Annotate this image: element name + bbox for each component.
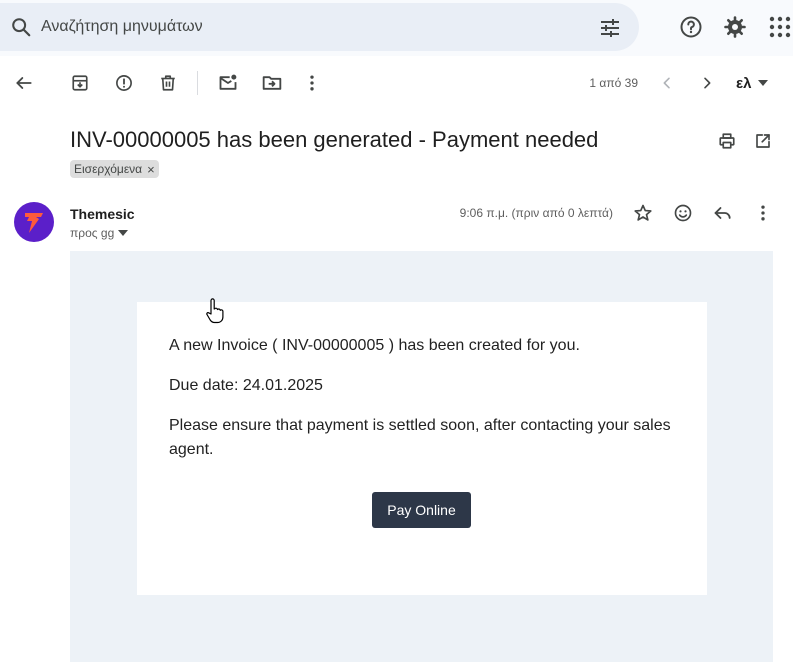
settings-gear-icon[interactable] (723, 15, 747, 39)
email-content-card: A new Invoice ( INV-00000005 ) has been … (137, 302, 707, 595)
label-text: Εισερχόμενα (74, 162, 143, 176)
search-input[interactable] (41, 15, 581, 39)
open-in-new-window-icon[interactable] (753, 131, 773, 151)
mark-unread-icon[interactable] (218, 73, 238, 93)
reply-icon[interactable] (713, 203, 733, 223)
recipient-line[interactable]: προς gg (70, 226, 129, 240)
more-vert-icon[interactable] (753, 203, 773, 223)
pay-online-button[interactable]: Pay Online (372, 492, 471, 528)
chevron-right-icon[interactable] (697, 73, 717, 93)
received-time: 9:06 π.μ. (πριν από 0 λεπτά) (459, 206, 613, 220)
search-options-icon[interactable] (598, 16, 622, 40)
email-subject: INV-00000005 has been generated - Paymen… (70, 127, 599, 152)
pagination-count: 1 από 39 (589, 76, 638, 90)
inbox-label-chip: Εισερχόμενα × (70, 160, 159, 178)
chevron-left-icon[interactable] (657, 73, 677, 93)
recipient-text: προς gg (70, 226, 115, 240)
report-spam-icon[interactable] (114, 73, 134, 93)
more-vert-icon[interactable] (302, 73, 322, 93)
apps-grid-icon[interactable] (768, 15, 792, 39)
toolbar-divider (197, 71, 198, 95)
sender-name[interactable]: Themesic (70, 206, 135, 222)
archive-icon[interactable] (70, 73, 90, 93)
print-icon[interactable] (717, 131, 737, 151)
language-selector[interactable]: ελ (736, 75, 751, 92)
search-bar[interactable] (0, 3, 639, 51)
remove-label-icon[interactable]: × (147, 162, 155, 177)
top-bar (0, 0, 793, 56)
delete-trash-icon[interactable] (158, 73, 178, 93)
star-icon[interactable] (633, 203, 653, 223)
back-arrow-icon[interactable] (14, 73, 34, 93)
avatar[interactable] (14, 202, 54, 242)
help-icon[interactable] (679, 15, 703, 39)
caret-down-icon[interactable] (758, 80, 768, 86)
body-line-invoice: A new Invoice ( INV-00000005 ) has been … (169, 337, 580, 354)
hand-pointer-cursor-icon (205, 298, 225, 324)
move-to-folder-icon[interactable] (262, 73, 282, 93)
body-line-payment-note: Please ensure that payment is settled so… (169, 417, 671, 458)
search-icon[interactable] (10, 16, 32, 38)
body-line-due-date: Due date: 24.01.2025 (169, 377, 323, 394)
emoji-reaction-icon[interactable] (673, 203, 693, 223)
caret-down-icon[interactable] (118, 230, 129, 236)
